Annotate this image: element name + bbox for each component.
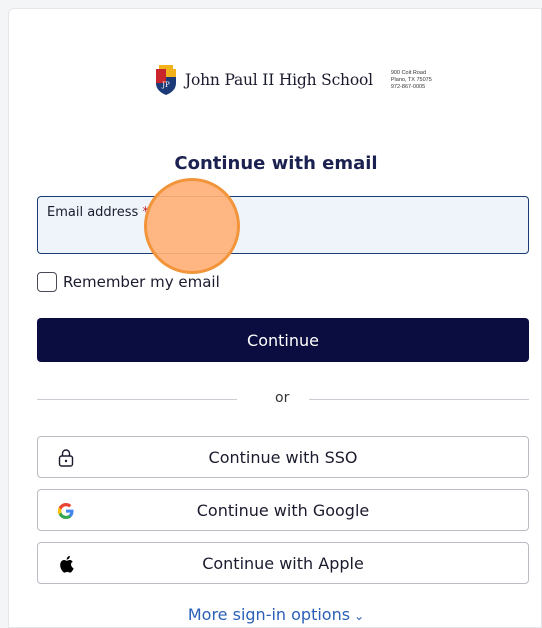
more-signin-options-link[interactable]: More sign-in options ⌄ — [9, 605, 542, 624]
or-divider: or — [37, 389, 529, 409]
school-address: 900 Coit Road Plano, TX 75075 972-867-00… — [391, 70, 432, 91]
apple-button-label: Continue with Apple — [202, 553, 364, 573]
divider-line — [37, 399, 237, 400]
address-line: Plano, TX 75075 — [390, 76, 432, 83]
remember-email-row[interactable]: Remember my email — [37, 272, 220, 292]
remember-email-label: Remember my email — [63, 273, 220, 291]
apple-icon — [56, 554, 76, 574]
sso-button-label: Continue with SSO — [208, 447, 358, 467]
google-icon — [56, 501, 76, 521]
touch-indicator — [144, 178, 240, 274]
sso-button[interactable]: Continue with SSO — [37, 436, 529, 478]
continue-button[interactable]: Continue — [37, 318, 529, 362]
login-card: JP John Paul II High School 900 Coit Roa… — [8, 8, 542, 628]
chevron-down-icon: ⌄ — [354, 609, 365, 623]
phone-line: 972-867-0005 — [390, 83, 426, 90]
school-crest-icon: JP — [156, 65, 176, 95]
school-name: John Paul II High School — [185, 71, 373, 89]
lock-icon — [56, 448, 76, 468]
google-button-label: Continue with Google — [196, 500, 370, 520]
svg-text:JP: JP — [161, 81, 170, 89]
address-line: 900 Coit Road — [390, 69, 427, 76]
email-input[interactable] — [47, 225, 517, 247]
google-button[interactable]: Continue with Google — [37, 489, 529, 531]
page-title: Continue with email — [174, 153, 378, 174]
divider-text: or — [275, 390, 290, 406]
remember-email-checkbox[interactable] — [37, 272, 57, 292]
email-field[interactable]: Email address * — [37, 196, 529, 254]
school-logo: JP John Paul II High School 900 Coit Roa… — [155, 61, 432, 99]
more-signin-options-label: More sign-in options — [187, 605, 351, 624]
apple-button[interactable]: Continue with Apple — [37, 542, 529, 584]
divider-line — [309, 399, 529, 400]
email-label: Email address * — [47, 205, 149, 220]
